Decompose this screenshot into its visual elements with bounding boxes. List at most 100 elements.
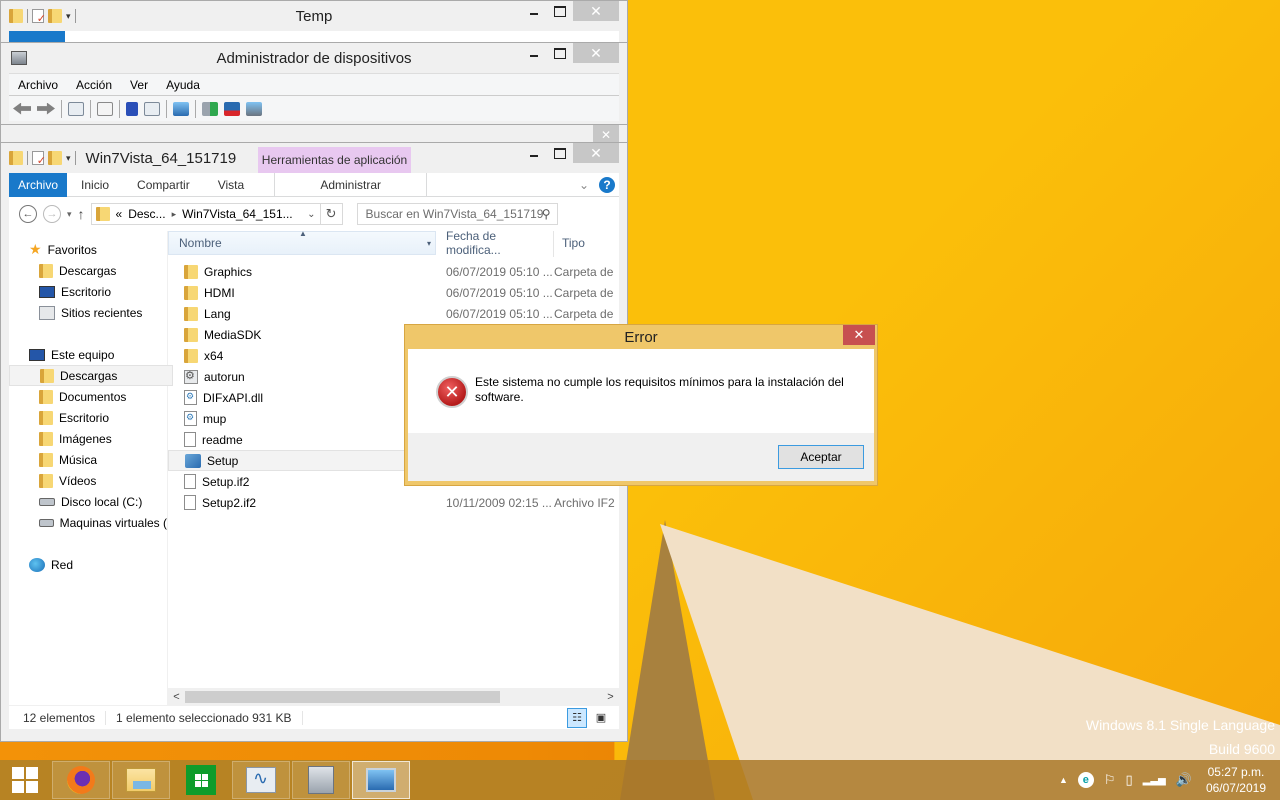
file-row[interactable]: HDMI 06/07/2019 05:10 ... Carpeta de [168,282,619,303]
address-bar[interactable]: « Desc... ▸ Win7Vista_64_151... ⌄ ↻ [90,203,343,225]
action-center-flag-icon[interactable]: ⚐ [1104,772,1116,788]
column-header-type[interactable]: Tipo [554,236,585,250]
nav-pc-musica[interactable]: Música [9,449,167,470]
maximize-button[interactable] [547,1,573,21]
expand-ribbon-icon[interactable]: ⌄ [579,178,589,192]
breadcrumb-current[interactable]: Win7Vista_64_151... [182,207,293,221]
nav-fav-descargas[interactable]: Descargas [9,260,167,281]
nav-pc-disco-local[interactable]: Disco local (C:) [9,491,167,512]
search-icon[interactable]: ⚲ [542,207,551,221]
column-header-date[interactable]: Fecha de modifica... [436,231,554,257]
column-header-name[interactable]: Nombre ▲ ▾ [168,231,436,255]
nav-pc-documentos[interactable]: Documentos [9,386,167,407]
title-bar[interactable]: ✓ ▾ Win7Vista_64_151719 Herramientas de … [1,143,627,173]
large-icons-view-button[interactable]: ▣ [591,708,611,728]
nav-favoritos[interactable]: ★ Favoritos [9,239,167,260]
scroll-left-button[interactable]: < [168,691,185,703]
taskbar-performance-monitor[interactable] [232,761,290,799]
menu-ver[interactable]: Ver [121,78,157,92]
column-filter-icon[interactable]: ▾ [427,239,431,248]
nav-pc-videos[interactable]: Vídeos [9,470,167,491]
nav-este-equipo[interactable]: Este equipo [9,344,167,365]
show-hide-console-tree-icon[interactable] [68,101,84,116]
nav-pc-maquinas-virtuales[interactable]: Maquinas virtuales ( [9,512,167,533]
address-overflow[interactable]: « [116,207,123,221]
forward-icon[interactable] [37,103,55,115]
nav-pc-escritorio[interactable]: Escritorio [9,407,167,428]
dialog-title-bar[interactable]: Error ✕ [405,325,877,349]
tab-vista[interactable]: Vista [204,173,258,197]
accept-button[interactable]: Aceptar [778,445,864,469]
action-pane-icon[interactable] [144,101,160,116]
tab-inicio[interactable]: Inicio [67,173,123,197]
scroll-right-button[interactable]: > [602,691,619,703]
update-driver-icon[interactable] [202,101,218,116]
minimize-button[interactable] [521,1,547,21]
taskbar-store[interactable] [172,761,230,799]
new-folder-icon[interactable] [48,151,62,165]
error-dialog[interactable]: Error ✕ ✕ Este sistema no cumple los req… [404,324,878,486]
help-icon[interactable]: ? [599,176,615,193]
nav-red[interactable]: Red [9,554,167,575]
battery-power-icon[interactable]: ▯ [1126,772,1133,788]
eset-antivirus-icon[interactable]: e [1077,772,1094,788]
properties-icon[interactable]: ✓ [32,9,46,25]
menu-ayuda[interactable]: Ayuda [157,78,209,92]
nav-pc-descargas[interactable]: Descargas [9,365,173,386]
scroll-track[interactable] [185,690,602,703]
start-button[interactable] [0,760,50,800]
file-row[interactable]: Graphics 06/07/2019 05:10 ... Carpeta de [168,261,619,282]
dialog-close-button[interactable]: ✕ [843,325,875,345]
search-input[interactable]: Buscar en Win7Vista_64_151719 ⚲ [356,203,558,225]
nav-pc-imagenes[interactable]: Imágenes [9,428,167,449]
nav-fav-escritorio[interactable]: Escritorio [9,281,167,302]
close-button[interactable]: ✕ [573,143,619,163]
properties-icon[interactable] [97,101,113,116]
tab-archivo[interactable]: Archivo [9,172,68,197]
tab-compartir[interactable]: Compartir [123,173,204,197]
menu-accion[interactable]: Acción [67,78,121,92]
properties-icon[interactable]: ✓ [32,151,46,167]
horizontal-scrollbar[interactable]: < > [168,688,619,705]
file-row[interactable]: Lang 06/07/2019 05:10 ... Carpeta de [168,303,619,324]
customize-qat-icon[interactable]: ▾ [66,11,71,22]
help-icon[interactable] [126,101,138,116]
maximize-button[interactable] [547,43,573,63]
scan-hardware-icon[interactable] [173,101,189,116]
up-button[interactable]: ↑ [78,206,85,222]
window-device-manager[interactable]: Administrador de dispositivos ✕ Archivo … [0,42,628,126]
title-bar[interactable]: ✓ ▾ Temp ✕ [1,1,627,31]
new-folder-icon[interactable] [48,9,62,23]
close-button[interactable]: ✕ [573,1,619,21]
nav-fav-sitios-recientes[interactable]: Sitios recientes [9,302,167,323]
close-button[interactable]: ✕ [573,43,619,63]
back-icon[interactable] [13,102,31,115]
uninstall-device-icon[interactable] [224,101,240,116]
show-hidden-icons-button[interactable]: ▲ [1059,775,1068,785]
minimize-button[interactable] [521,143,547,163]
taskbar-device-manager[interactable] [352,761,410,799]
refresh-button[interactable]: ↻ [319,204,342,224]
volume-icon[interactable]: 🔊 [1176,772,1192,788]
network-signal-icon[interactable]: ▂▃▅ [1143,775,1166,786]
file-row[interactable]: Setup2.if2 10/11/2009 02:15 ... Archivo IF… [168,492,619,513]
breadcrumb-descargas[interactable]: Desc... [128,207,165,221]
title-bar[interactable]: Administrador de dispositivos ✕ [1,43,627,73]
clock[interactable]: 05:27 p.m. 06/07/2019 [1206,764,1266,796]
taskbar-firefox[interactable] [52,761,110,799]
breadcrumb-separator-icon[interactable]: ▸ [172,209,177,220]
taskbar-file-explorer[interactable] [112,761,170,799]
minimize-button[interactable] [521,43,547,63]
disable-device-icon[interactable] [246,101,262,116]
customize-qat-icon[interactable]: ▾ [66,153,71,164]
maximize-button[interactable] [547,143,573,163]
taskbar-computer-management[interactable] [292,761,350,799]
recent-locations-dropdown[interactable]: ▾ [67,209,72,220]
scroll-thumb[interactable] [185,690,500,703]
menu-archivo[interactable]: Archivo [9,78,67,92]
details-view-button[interactable]: ☷ [567,707,587,728]
address-dropdown-icon[interactable]: ⌄ [307,209,315,220]
tab-administrar[interactable]: Administrar [274,172,428,197]
back-button[interactable]: ← [19,205,37,223]
forward-button[interactable]: → [43,205,61,223]
